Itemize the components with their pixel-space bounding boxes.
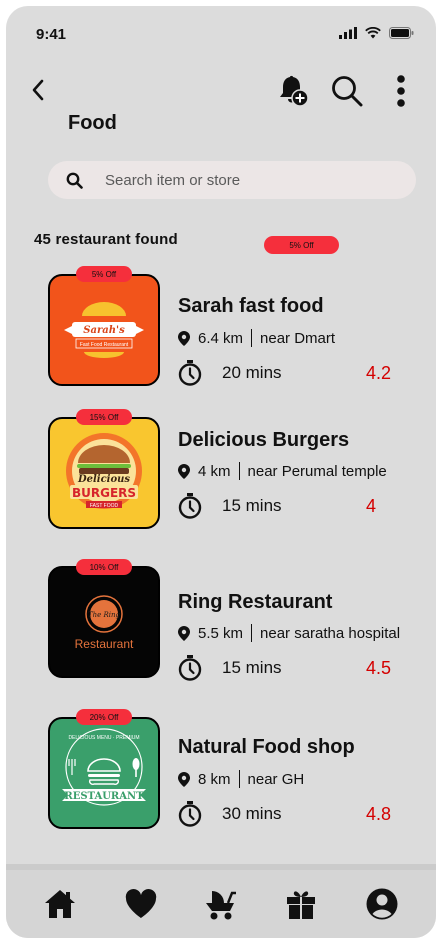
rating: 4.8 [366,804,392,824]
restaurant-name: Natural Food shop [178,736,355,758]
restaurant-distance: 5.5 km [198,624,244,642]
svg-text:The Ring: The Ring [88,611,121,619]
bell-plus-icon [280,75,309,107]
nav-favorites[interactable] [121,884,161,924]
profile-icon [366,888,398,920]
delivery-time-text: 30 mins [222,804,282,823]
svg-text:Delicious: Delicious [77,474,130,485]
nav-home[interactable] [40,884,80,924]
restaurant-card[interactable]: 15% Off Delicious BURGERS FAST FOOD Deli… [6,409,436,529]
more-vertical-icon [397,75,405,107]
timer-icon [178,360,202,386]
search-bar[interactable] [48,161,416,199]
search-icon [332,76,363,107]
svg-text:Fast Food Restaurant: Fast Food Restaurant [80,342,129,348]
restaurant-landmark: near Perumal temple [247,462,387,480]
restaurant-landmark: near GH [247,770,305,788]
restaurant-name: Ring Restaurant [178,591,333,613]
nav-profile[interactable] [362,884,402,924]
svg-text:FAST FOOD: FAST FOOD [90,503,119,509]
svg-text:Restaurant: Restaurant [75,637,134,651]
restaurant-card[interactable]: 20% Off DELICIOUS MENU · PREMIUM RESTAUR… [6,709,436,829]
restaurant-card[interactable]: 10% Off The Ring Restaurant Ring Restaur… [6,558,436,681]
page-title: Food [68,112,117,134]
svg-text:RESTAURANT: RESTAURANT [64,791,144,802]
ring-logo-icon: The Ring Restaurant [75,595,134,651]
timer-icon [178,493,202,519]
delivery-time-text: 15 mins [222,496,282,515]
restaurant-name: Delicious Burgers [178,429,350,451]
discount-badge: 5% Off [76,266,132,282]
delivery-time: 15 mins [178,493,282,519]
timer-icon [178,801,202,827]
restaurant-card[interactable]: 5% Off Sarah's Fast Food Restaurant Sara… [6,266,436,386]
restaurant-landmark: near saratha hospital [260,624,401,642]
restaurant-name: Sarah fast food [178,295,324,317]
delivery-time: 30 mins [178,801,282,827]
delivery-time: 15 mins [178,655,282,681]
restaurant-logo: Delicious BURGERS FAST FOOD [48,417,160,529]
status-time: 9:41 [36,26,67,43]
restaurant-location: 6.4 km near Dmart [178,329,335,347]
wifi-icon [365,27,381,39]
location-pin-icon [178,625,190,641]
search-input[interactable] [105,171,385,189]
phone-screen: 9:41 Food 45 restaurant found 5% Off [6,6,436,938]
heart-icon [125,889,156,918]
battery-icon [389,27,414,39]
restaurant-location: 8 km near GH [178,770,304,788]
restaurant-logo: Sarah's Fast Food Restaurant [48,274,160,386]
restaurant-distance: 4 km [198,462,231,480]
location-pin-icon [178,771,190,787]
location-pin-icon [178,330,190,346]
discount-badge: 10% Off [76,559,132,575]
discount-badge: 5% Off [264,236,339,254]
more-options-button[interactable] [384,74,418,108]
restaurant-landmark: near Dmart [260,329,336,347]
rating: 4 [366,496,377,516]
restaurant-distance: 6.4 km [198,329,244,347]
svg-text:DELICIOUS MENU · PREMIUM: DELICIOUS MENU · PREMIUM [68,735,139,741]
timer-icon [178,655,202,681]
location-pin-icon [178,463,190,479]
delivery-time-text: 20 mins [222,363,282,382]
restaurant-logo-emblem-icon: DELICIOUS MENU · PREMIUM RESTAURANT [62,728,146,806]
status-icons [339,27,414,39]
discount-badge: 20% Off [76,709,132,725]
notification-add-button[interactable] [276,74,310,108]
search-icon [66,172,83,189]
svg-text:BURGERS: BURGERS [72,486,136,500]
restaurant-location: 4 km near Perumal temple [178,462,387,480]
search-button[interactable] [330,74,364,108]
rating: 4.5 [366,658,392,678]
home-icon [45,890,76,918]
gift-icon [287,891,316,919]
delivery-time-text: 15 mins [222,658,282,677]
restaurant-logo: DELICIOUS MENU · PREMIUM RESTAURANT [48,717,160,829]
nav-cart[interactable] [201,884,241,924]
svg-text:Sarah's: Sarah's [83,325,125,336]
delivery-time: 20 mins [178,360,282,386]
discount-badge: 15% Off [76,409,132,425]
stroller-icon [205,891,236,920]
rating: 4.2 [366,363,392,383]
restaurant-distance: 8 km [198,770,231,788]
back-button[interactable] [26,78,50,102]
signal-icon [339,27,357,39]
results-count: 45 restaurant found [34,231,178,248]
burger-logo-icon: Sarah's Fast Food Restaurant [64,302,144,358]
bottom-nav [6,864,436,938]
header-actions [276,74,418,108]
restaurant-location: 5.5 km near saratha hospital [178,624,400,642]
restaurant-logo: The Ring Restaurant [48,566,160,678]
chevron-left-icon [32,79,44,101]
burger-logo-icon: Delicious BURGERS FAST FOOD [66,433,142,509]
nav-gifts[interactable] [281,884,321,924]
